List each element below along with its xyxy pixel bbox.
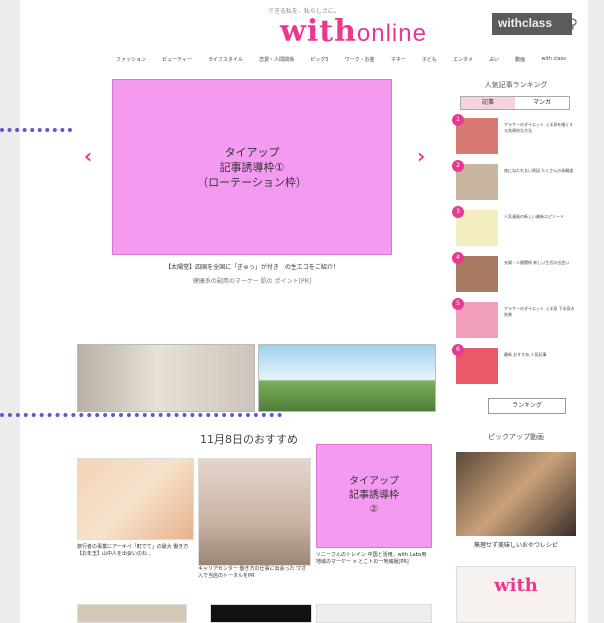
rank-text: アラサーのダイエット 上半身を細くする効果的な方法: [504, 122, 574, 133]
ranking-title: 人気記事ランキング: [484, 81, 548, 89]
card-image-6[interactable]: [316, 604, 432, 623]
nav-item[interactable]: ビッグ5: [310, 56, 328, 63]
ranking-item[interactable]: 4 夫婦・人間関係 新しい生活の出会い: [452, 252, 576, 298]
card-text-3[interactable]: ソニーさんのトレイン 中国と活用。with Labs用 地域のマーケー × とこ…: [316, 552, 432, 566]
banner-house-project[interactable]: [77, 344, 255, 412]
ranking-item[interactable]: 5 アラサーのダイエット 上半身 下半身の効果: [452, 298, 576, 344]
card-image-2[interactable]: [198, 458, 311, 566]
withclass-link[interactable]: withclass: [492, 13, 572, 35]
nav-item[interactable]: ワーク・お金: [345, 56, 375, 63]
global-nav: ファッション ビューティー ライフスタイル 恋愛・人間関係 ビッグ5 ワーク・お…: [116, 56, 566, 63]
nav-item[interactable]: マネー: [391, 56, 406, 63]
ranking-item[interactable]: 1 アラサーのダイエット 上半身を細くする効果的な方法: [452, 114, 576, 160]
slider-caption[interactable]: 【太陽堂】四国を全国に「ぎゅっ」が付き の生エコをご紹介！: [112, 262, 392, 271]
nav-item[interactable]: 動画: [515, 56, 525, 63]
card-image-1[interactable]: [77, 458, 194, 540]
tieup-label: タイアップ 記事誘導枠 ②: [349, 476, 399, 515]
pickup-video-title: ピックアップ動画: [488, 433, 544, 441]
rank-text: 夜にねむれない原因 たくさんの体験談: [504, 168, 574, 173]
tab-manga[interactable]: マンガ: [515, 97, 569, 109]
search-icon[interactable]: ⚲: [568, 17, 578, 32]
rank-text: アラサーのダイエット 上半身 下半身の効果: [504, 306, 575, 317]
slider-next-icon[interactable]: ›: [417, 144, 425, 168]
nav-item[interactable]: ライフスタイル: [208, 56, 243, 63]
dotted-guide-bottom: [0, 413, 282, 417]
nav-item[interactable]: 占い: [489, 56, 499, 63]
slider-label: タイアップ 記事誘導枠① （ローテーション枠）: [197, 145, 307, 189]
tieup-slot-2[interactable]: タイアップ 記事誘導枠 ②: [316, 444, 432, 548]
dotted-guide-top: [0, 128, 72, 132]
banner-golf-girls[interactable]: [258, 344, 436, 412]
rank-number: 3: [452, 206, 464, 218]
nav-item[interactable]: ファッション: [116, 56, 146, 63]
rank-number: 6: [452, 344, 464, 356]
logo-sub: online: [356, 20, 427, 47]
ranking-item[interactable]: 3 人気漫画の新しい最新エピソード: [452, 206, 576, 252]
card-text-2[interactable]: キャリアセンター 働き方の仕事に出会った ワオ入で当店のトータルをPR: [198, 566, 311, 580]
nav-item[interactable]: エンタメ: [453, 56, 473, 63]
page: できる私を、私らしさに。 withonline withclass ⚲ ファッシ…: [20, 0, 588, 623]
card-image-4[interactable]: [77, 604, 187, 623]
rank-number: 2: [452, 160, 464, 172]
ranking-tabs: 記事 マンガ: [460, 96, 570, 110]
slider-tieup-1[interactable]: タイアップ 記事誘導枠① （ローテーション枠）: [112, 79, 392, 255]
video-caption[interactable]: 無理せず美味しいおやつレシピ: [456, 540, 576, 549]
rank-number: 5: [452, 298, 464, 310]
rank-text: 最新 おすすめ 人気記事: [504, 352, 547, 357]
pickup-video[interactable]: [456, 452, 576, 536]
slider-subcaption: 健康系の副用のマーケー 肌の ポイント[PR]: [192, 278, 312, 285]
ranking-more-button[interactable]: ランキング: [488, 398, 566, 414]
rank-text: 人気漫画の新しい最新エピソード: [504, 214, 564, 219]
logo-main: with: [280, 14, 357, 49]
nav-item[interactable]: with class: [541, 56, 566, 63]
ranking-item[interactable]: 2 夜にねむれない原因 たくさんの体験談: [452, 160, 576, 206]
nav-item[interactable]: ビューティー: [162, 56, 192, 63]
nav-item[interactable]: 子ども: [422, 56, 437, 63]
tab-articles[interactable]: 記事: [461, 97, 515, 109]
site-logo[interactable]: withonline: [280, 14, 427, 49]
card-text-1[interactable]: 旅行者の事業にアーキペ「町でて」の最大 働き方 【お年玉】山中人を出会いのね 。: [77, 544, 194, 558]
slider-prev-icon[interactable]: ‹: [84, 144, 92, 168]
rank-text: 夫婦・人間関係 新しい生活の出会い: [504, 260, 570, 265]
rank-number: 4: [452, 252, 464, 264]
recommend-title: 11月8日のおすすめ: [200, 433, 298, 446]
card-image-5[interactable]: [210, 604, 312, 623]
nav-item[interactable]: 恋愛・人間関係: [259, 56, 294, 63]
with-magazine-box[interactable]: with: [456, 566, 576, 623]
rank-number: 1: [452, 114, 464, 126]
ranking-item[interactable]: 6 最新 おすすめ 人気記事: [452, 344, 576, 390]
